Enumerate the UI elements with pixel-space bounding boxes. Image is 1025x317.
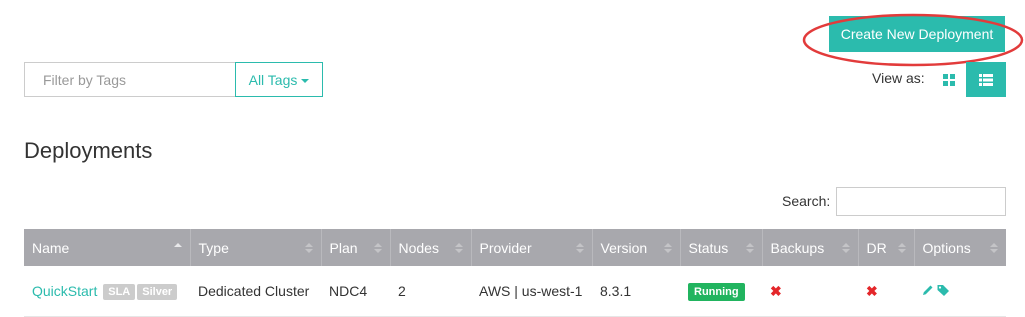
col-header-label: Backups	[770, 239, 825, 256]
grid-icon	[943, 74, 955, 86]
col-header-label: Plan	[329, 239, 358, 256]
create-deployment-button[interactable]: Create New Deployment	[829, 16, 1005, 52]
cell-type: Dedicated Cluster	[190, 266, 321, 317]
col-header-backups[interactable]: Backups	[762, 229, 859, 266]
sort-asc-icon	[173, 242, 182, 247]
table-row: QuickStart SLA Silver Dedicated Cluster N…	[24, 266, 1006, 317]
sort-icon	[373, 242, 382, 253]
view-list-button[interactable]	[966, 62, 1006, 97]
col-header-label: Provider	[479, 239, 532, 256]
deployment-name-link[interactable]: QuickStart	[32, 283, 97, 299]
col-header-label: Nodes	[398, 239, 439, 256]
tag-badge: Silver	[137, 283, 178, 300]
cell-version: 8.3.1	[592, 266, 680, 317]
view-grid-button[interactable]	[934, 65, 964, 95]
col-header-label: DR	[866, 239, 887, 256]
cell-name: QuickStart SLA Silver	[24, 266, 190, 317]
col-header-label: Status	[688, 239, 729, 256]
sort-icon	[663, 242, 672, 253]
sort-icon	[897, 242, 906, 253]
cell-options	[914, 266, 1006, 317]
cell-nodes: 2	[390, 266, 471, 317]
col-header-provider[interactable]: Provider	[471, 229, 593, 266]
sort-icon	[990, 242, 998, 253]
caret-down-icon	[301, 78, 310, 83]
x-icon: ✖	[770, 282, 782, 299]
all-tags-dropdown[interactable]: All Tags	[235, 62, 323, 97]
col-header-type[interactable]: Type	[190, 229, 322, 266]
page-title: Deployments	[24, 138, 153, 163]
sort-icon	[841, 242, 850, 253]
all-tags-label: All Tags	[248, 71, 298, 88]
cell-provider: AWS | us-west-1	[471, 266, 592, 317]
col-header-name[interactable]: Name	[24, 229, 191, 266]
sort-icon	[454, 242, 463, 253]
table-header-row: Name Type Plan Nodes Provider Version St…	[24, 229, 1006, 266]
view-as-label: View as:	[872, 70, 925, 86]
col-header-label: Options	[922, 239, 971, 256]
col-header-status[interactable]: Status	[680, 229, 763, 266]
pencil-icon[interactable]	[922, 284, 934, 296]
col-header-options[interactable]: Options	[914, 229, 1006, 266]
cell-backups: ✖	[762, 266, 858, 317]
col-header-nodes[interactable]: Nodes	[390, 229, 472, 266]
col-header-label: Version	[600, 239, 648, 256]
col-header-plan[interactable]: Plan	[321, 229, 391, 266]
cell-plan: NDC4	[321, 266, 390, 317]
sort-icon	[575, 242, 584, 253]
status-badge: Running	[688, 282, 745, 301]
list-icon	[979, 73, 993, 86]
tag-icon[interactable]	[937, 284, 950, 296]
sort-icon	[745, 242, 754, 253]
search-input[interactable]	[836, 187, 1006, 216]
filter-tags-input[interactable]	[24, 62, 235, 97]
cell-status: Running	[680, 266, 762, 317]
cell-dr: ✖	[858, 266, 914, 317]
col-header-label: Name	[32, 239, 70, 256]
tag-badge: SLA	[103, 283, 136, 300]
search-label: Search:	[782, 193, 831, 209]
col-header-label: Type	[198, 239, 229, 256]
col-header-version[interactable]: Version	[592, 229, 681, 266]
deployments-table: Name Type Plan Nodes Provider Version St…	[24, 229, 1006, 317]
x-icon: ✖	[866, 282, 878, 299]
col-header-dr[interactable]: DR	[858, 229, 915, 266]
sort-icon	[304, 242, 313, 253]
